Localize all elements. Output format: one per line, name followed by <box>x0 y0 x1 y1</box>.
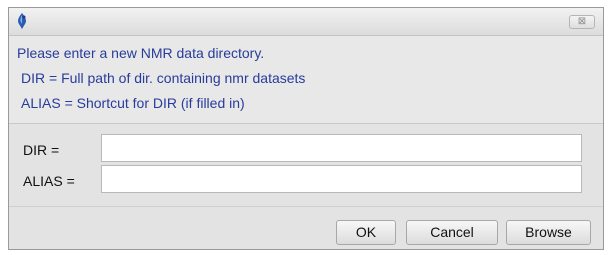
input-form: DIR = ALIAS = <box>9 124 603 206</box>
message-panel: Please enter a new NMR data directory. D… <box>9 36 603 124</box>
message-line-1: Please enter a new NMR data directory. <box>17 45 265 61</box>
dir-label: DIR = <box>23 142 60 158</box>
button-bar: OK Cancel Browse <box>9 206 603 251</box>
browse-button[interactable]: Browse <box>506 220 591 245</box>
cancel-button[interactable]: Cancel <box>406 220 498 245</box>
topspin-icon <box>18 13 26 29</box>
alias-input[interactable] <box>101 165 582 193</box>
alias-label: ALIAS = <box>23 173 75 189</box>
message-line-2: DIR = Full path of dir. containing nmr d… <box>21 70 306 86</box>
ok-button[interactable]: OK <box>336 220 396 245</box>
message-line-3: ALIAS = Shortcut for DIR (if filled in) <box>21 95 245 111</box>
title-bar[interactable]: ⊠ <box>9 8 603 36</box>
close-button[interactable]: ⊠ <box>569 15 595 29</box>
nmr-directory-dialog: ⊠ Please enter a new NMR data directory.… <box>8 7 604 250</box>
dir-input[interactable] <box>101 134 582 162</box>
